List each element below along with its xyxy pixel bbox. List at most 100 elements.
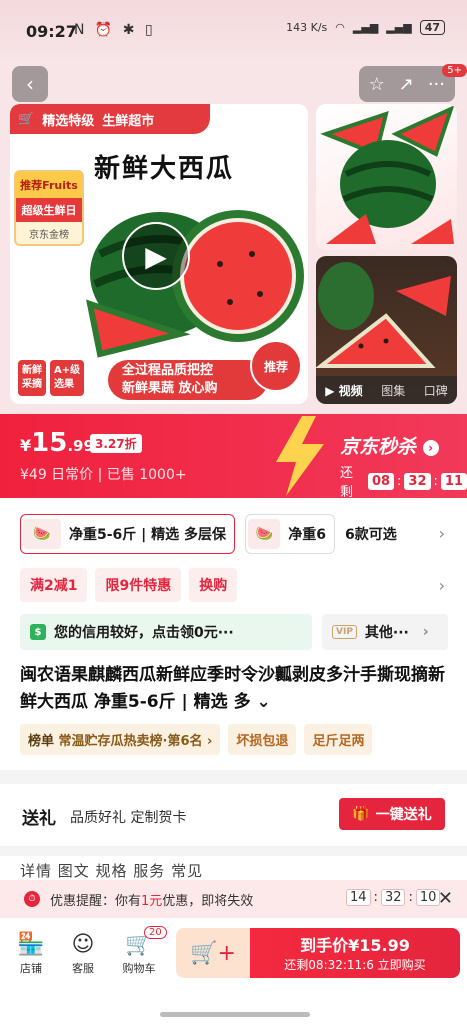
banner-left: 精选特级: [42, 113, 95, 129]
more-icon[interactable]: ···: [428, 74, 445, 95]
lightning-icon: [276, 416, 324, 496]
top-actions: ☆ ↗ ···: [358, 66, 455, 102]
quality-banner: 全过程品质把控 新鲜果蔬 放心购: [108, 360, 268, 400]
spec-tabs-peek[interactable]: 详情 图文 规格 服务 常见: [0, 856, 467, 880]
corner-tag-grade: A+级 选果: [50, 360, 85, 396]
sku-more[interactable]: 6款可选: [345, 524, 397, 544]
seckill-countdown: 还剩 08: 32: 11: [340, 462, 467, 500]
chevron-left-icon: ‹: [26, 72, 34, 96]
guarantee-tag-2: 足斤足两: [304, 724, 373, 755]
quality-line-2: 新鲜果蔬 放心购: [122, 381, 218, 396]
discount-badge: 3.27折: [90, 434, 142, 453]
current-price: ¥15.99: [20, 428, 94, 458]
gift-section: 送礼 品质好礼 定制贺卡 🎁 一键送礼: [0, 784, 467, 846]
promo-tag[interactable]: 满2减1: [20, 568, 88, 602]
chevron-right-icon: ›: [422, 439, 439, 456]
status-right: 143 K/s ◠ ▂▄▆ ▂▄▆ 47: [286, 20, 445, 35]
basket-icon: 🛒: [18, 111, 35, 127]
rank-badge[interactable]: 榜单 常温贮存瓜热卖榜·第6名 ›: [20, 724, 221, 755]
tag-super: 超级生鲜日: [16, 198, 82, 222]
tab-reviews[interactable]: 口碑: [424, 382, 448, 399]
thumbnail-2[interactable]: ▶ 视频 图集 口碑: [316, 256, 457, 404]
buy-now-button[interactable]: 到手价¥15.99 还剩08:32:11:6 立即购买: [250, 928, 460, 978]
cart-plus-icon: 🛒+: [190, 940, 236, 966]
notification-badge: 5+: [442, 64, 467, 77]
thumbnail-1[interactable]: [316, 104, 457, 250]
other-offers[interactable]: VIP 其他··· ›: [322, 614, 448, 650]
play-video-button[interactable]: ▶: [122, 222, 190, 290]
bottom-bar: 🏪 店铺 ☺ 客服 🛒 20 购物车 🛒+ 到手价¥15.99 还剩08:32:…: [0, 918, 467, 1027]
price-subline: ¥49 日常价 | 已售 1000+: [20, 467, 187, 483]
main-product-image[interactable]: 🛒 精选特级 生鲜超市 新鲜大西瓜 推荐Fruits 超级生鲜日 京东金榜 ▶ …: [10, 104, 308, 404]
tag-recommend: 推荐Fruits: [16, 172, 82, 198]
promo-tag[interactable]: 限9件特惠: [95, 568, 182, 602]
banner-right: 生鲜超市: [102, 113, 155, 129]
close-icon[interactable]: ✕: [438, 888, 453, 909]
image-headline: 新鲜大西瓜: [94, 154, 235, 184]
status-bar: 09:27 N ⏰ ✱ ▯ 143 K/s ◠ ▂▄▆ ▂▄▆ 47: [0, 0, 467, 62]
rank-row[interactable]: 榜单 常温贮存瓜热卖榜·第6名 › 坏损包退 足斤足两: [20, 724, 373, 755]
guarantee-tag-1: 坏损包退: [228, 724, 297, 755]
product-gallery[interactable]: ‹ ☆ ↗ ··· 5+ 🛒 精选特级 生鲜超市 新鲜大西瓜 推荐Fruits …: [0, 62, 467, 414]
battery-icon: 47: [419, 20, 445, 35]
status-notification-icons: N ⏰ ✱ ▯: [74, 22, 156, 38]
service-icon: ☺: [71, 932, 95, 957]
sku-option-2[interactable]: 🍉 净重6: [245, 514, 336, 554]
tag-brand: 京东金榜: [29, 230, 69, 241]
promo-tags[interactable]: 满2减1 限9件特惠 换购: [20, 568, 238, 602]
play-icon: ▶: [145, 239, 167, 273]
gift-title: 送礼: [22, 809, 56, 829]
reminder-countdown: 14: 32: 10: [346, 889, 441, 906]
home-indicator[interactable]: [160, 1012, 310, 1017]
chevron-right-icon[interactable]: ›: [439, 524, 445, 543]
quality-line-1: 全过程品质把控: [122, 363, 214, 378]
recommend-badge: 推荐: [250, 340, 302, 392]
buy-price: 到手价¥15.99: [300, 936, 410, 955]
customer-service-button[interactable]: ☺ 客服: [58, 930, 108, 976]
media-tabs: ▶ 视频 图集 口碑: [316, 376, 457, 404]
price-strip: ¥15.99 3.27折 ¥49 日常价 | 已售 1000+ 京东秒杀 › 还…: [0, 414, 467, 500]
chevron-right-icon: ›: [422, 624, 429, 640]
buy-countdown: 还剩08:32:11:6 立即购买: [284, 958, 426, 972]
tab-video[interactable]: ▶ 视频: [325, 382, 362, 399]
watermelon-thumbnail-1: [320, 105, 455, 244]
network-speed: 143 K/s: [286, 21, 328, 34]
product-info-card: 🍉 净重5-6斤 | 精选 多层保 🍉 净重6 6款可选 › 满2减1 限9件特…: [0, 498, 467, 770]
wifi-icon: ◠: [335, 21, 345, 34]
gift-subtitle: 品质好礼 定制贺卡: [70, 810, 187, 826]
corner-tag-fresh: 新鲜 采摘: [18, 360, 46, 396]
coupon-reminder[interactable]: ⏱ 优惠提醒：你有1元优惠，即将失效 14: 32: 10 ✕: [0, 880, 467, 918]
share-icon[interactable]: ↗: [399, 74, 414, 95]
tab-gallery[interactable]: 图集: [381, 382, 405, 399]
store-button[interactable]: 🏪 店铺: [6, 930, 56, 976]
store-icon: 🏪: [17, 932, 45, 957]
corner-tags: 新鲜 采摘 A+级 选果: [18, 360, 85, 396]
sku-thumb-icon-2: 🍉: [248, 519, 281, 549]
promo-banner: 🛒 精选特级 生鲜超市: [10, 104, 210, 134]
gift-icon: 🎁: [352, 806, 370, 822]
seckill-label[interactable]: 京东秒杀 ›: [340, 432, 439, 459]
clock-icon: ⏱: [24, 891, 40, 907]
reminder-text: 优惠提醒：你有1元优惠，即将失效: [50, 894, 254, 909]
status-time: 09:27: [26, 22, 77, 41]
chevron-down-icon: ⌄: [256, 692, 271, 712]
super-fresh-tag: 推荐Fruits 超级生鲜日 京东金榜: [14, 170, 84, 246]
sku-thumb-icon: 🍉: [23, 519, 61, 549]
signal-icon-2: ▂▄▆: [386, 21, 412, 34]
back-button[interactable]: ‹: [12, 66, 48, 102]
add-to-cart-button[interactable]: 🛒+: [176, 928, 250, 978]
watermelon-illustration: [86, 210, 304, 358]
sku-option-1[interactable]: 🍉 净重5-6斤 | 精选 多层保: [20, 514, 236, 554]
credit-offer[interactable]: $ 您的信用较好，点击领0元···: [20, 614, 312, 650]
cart-count-badge: 20: [144, 926, 167, 939]
cart-button[interactable]: 🛒 20 购物车: [114, 926, 167, 976]
signal-icon: ▂▄▆: [352, 21, 379, 34]
promo-tag[interactable]: 换购: [189, 568, 238, 602]
send-gift-button[interactable]: 🎁 一键送礼: [339, 798, 445, 830]
favorite-star-icon[interactable]: ☆: [369, 74, 385, 95]
product-title[interactable]: 闽农语果麒麟西瓜新鲜应季时令沙瓤剥皮多汁手撕现摘新鲜大西瓜 净重5-6斤 | 精…: [20, 662, 450, 716]
vip-icon: VIP: [332, 625, 357, 639]
sku-selector[interactable]: 🍉 净重5-6斤 | 精选 多层保 🍉 净重6 6款可选: [20, 514, 397, 554]
chevron-right-icon[interactable]: ›: [439, 576, 445, 595]
wallet-icon: $: [30, 624, 46, 640]
